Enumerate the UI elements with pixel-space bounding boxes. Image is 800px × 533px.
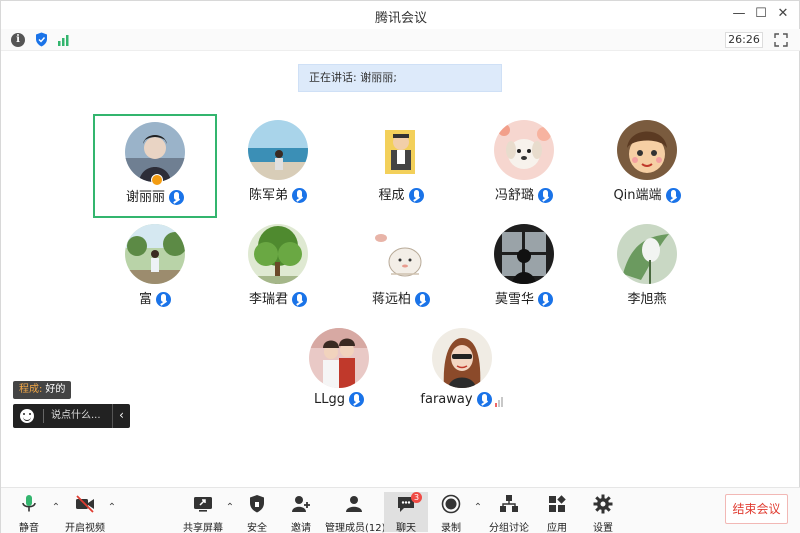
apps-button[interactable]: 应用 (539, 492, 575, 533)
record-button[interactable]: 录制 (433, 492, 469, 533)
title-bar: 腾讯会议 — ☐ ✕ (1, 1, 800, 29)
participant-tile[interactable]: 谢丽丽 (93, 114, 217, 218)
participant-name: 李瑞君 (248, 292, 288, 307)
apps-icon (549, 495, 566, 512)
fullscreen-icon[interactable] (773, 32, 789, 48)
participant-tile[interactable]: 富 (93, 218, 217, 322)
meeting-timer: 26:26 (725, 32, 763, 48)
avatar (309, 328, 369, 388)
microphone-icon (292, 188, 307, 203)
microphone-icon (156, 292, 171, 307)
participant-tile[interactable]: 冯舒璐 (462, 114, 586, 218)
record-icon (441, 494, 461, 514)
share-screen-icon (194, 497, 212, 512)
bottom-toolbar: 静音 ⌃ 开启视频 ⌃ 共享屏幕 ⌃ 安全 邀请 管理成员(12) 3 聊天 录… (1, 487, 800, 533)
participant-tile[interactable]: 李旭燕 (585, 218, 709, 322)
microphone-icon (538, 188, 553, 203)
avatar (125, 122, 185, 182)
maximize-button[interactable]: ☐ (751, 5, 771, 23)
avatar (432, 328, 492, 388)
avatar (248, 224, 308, 284)
microphone-icon (349, 392, 364, 407)
participant-tile[interactable]: 程成 (339, 114, 463, 218)
microphone-icon (415, 292, 430, 307)
emoji-icon[interactable] (20, 409, 34, 423)
share-options-chevron-icon[interactable]: ⌃ (225, 502, 235, 513)
participant-tile[interactable]: faraway (400, 322, 524, 426)
microphone-icon (538, 292, 553, 307)
members-icon (346, 496, 362, 512)
volume-level-icon (494, 392, 504, 407)
manage-members-button[interactable]: 管理成员(12) (325, 492, 386, 533)
end-meeting-button[interactable]: 结束会议 (725, 494, 788, 524)
participant-tile[interactable]: 蒋远柏 (339, 218, 463, 322)
mute-button[interactable]: 静音 (9, 492, 49, 533)
participant-name: 程成 (378, 188, 405, 203)
avatar (248, 120, 308, 180)
add-user-icon (292, 496, 310, 512)
invite-button[interactable]: 邀请 (283, 492, 319, 533)
gear-icon (593, 494, 613, 514)
avatar (617, 120, 677, 180)
participant-name: 莫雪华 (494, 292, 534, 307)
microphone-icon (22, 495, 36, 512)
microphone-icon (292, 292, 307, 307)
participant-tile[interactable]: Qin端端 (585, 114, 709, 218)
participant-name: 富 (138, 292, 152, 307)
video-options-chevron-icon[interactable]: ⌃ (107, 502, 117, 513)
chat-placeholder[interactable]: 说点什么... (51, 404, 101, 428)
participant-name: LLgg (314, 392, 345, 407)
chat-button[interactable]: 3 聊天 (384, 492, 428, 533)
participant-name: faraway (420, 392, 473, 407)
meeting-info-bar: i 26:26 (1, 29, 800, 51)
avatar (371, 224, 431, 284)
participant-name: 冯舒璐 (494, 188, 534, 203)
minimize-button[interactable]: — (729, 5, 749, 23)
participant-name: 陈军弟 (248, 188, 288, 203)
close-button[interactable]: ✕ (773, 5, 793, 23)
info-icon[interactable]: i (11, 33, 25, 47)
settings-button[interactable]: 设置 (585, 492, 621, 533)
shield-icon[interactable] (35, 32, 48, 47)
participant-tile[interactable]: 李瑞君 (216, 218, 340, 322)
participant-tile[interactable]: 莫雪华 (462, 218, 586, 322)
breakout-icon (500, 495, 518, 512)
mute-options-chevron-icon[interactable]: ⌃ (51, 502, 61, 513)
chat-input[interactable]: 说点什么... ‹ (13, 404, 130, 428)
participant-name: Qin端端 (613, 188, 662, 203)
chat-collapse-button[interactable]: ‹ (112, 404, 130, 428)
avatar (494, 120, 554, 180)
record-options-chevron-icon[interactable]: ⌃ (473, 502, 483, 513)
speaking-banner: 正在讲话: 谢丽丽; (298, 64, 502, 92)
start-video-button[interactable]: 开启视频 (61, 492, 109, 533)
avatar (125, 224, 185, 284)
chat-text: 好的 (45, 384, 66, 395)
signal-icon[interactable] (57, 33, 71, 47)
security-button[interactable]: 安全 (239, 492, 275, 533)
avatar (617, 224, 677, 284)
window-title: 腾讯会议 (374, 11, 427, 26)
breakout-rooms-button[interactable]: 分组讨论 (487, 492, 531, 533)
microphone-icon (476, 392, 492, 407)
shield-icon (250, 495, 264, 513)
avatar (494, 224, 554, 284)
chat-unread-badge: 3 (411, 492, 422, 503)
participant-name: 李旭燕 (627, 292, 667, 307)
video-off-icon (76, 495, 94, 513)
microphone-icon (665, 188, 681, 203)
share-screen-button[interactable]: 共享屏幕 (183, 492, 223, 533)
meeting-window: 腾讯会议 — ☐ ✕ i 26:26 正在讲话: 谢丽丽; 谢丽丽 陈军弟 程成… (0, 0, 800, 533)
chat-message[interactable]: 程成: 好的 (13, 381, 72, 399)
participant-tile[interactable]: LLgg (277, 322, 401, 426)
avatar (371, 120, 431, 180)
participant-name: 蒋远柏 (371, 292, 411, 307)
participant-name: 谢丽丽 (125, 190, 165, 205)
participant-tile[interactable]: 陈军弟 (216, 114, 340, 218)
microphone-icon (169, 190, 184, 205)
host-badge (151, 174, 163, 186)
microphone-icon (408, 188, 424, 203)
chat-sender: 程成: (19, 384, 43, 395)
